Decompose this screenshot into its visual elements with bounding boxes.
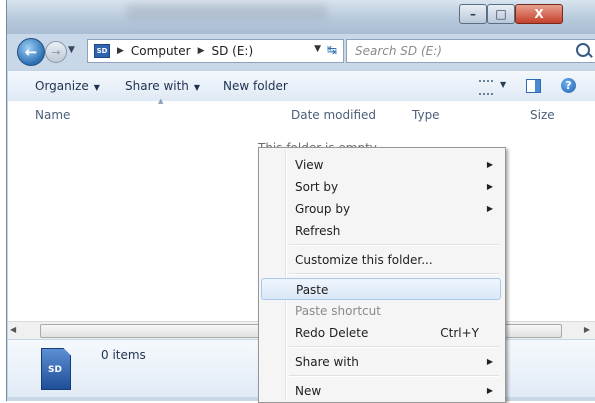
menu-item-label: Paste shortcut <box>295 304 381 318</box>
submenu-arrow-icon: ▶ <box>486 204 493 213</box>
help-icon[interactable]: ? <box>561 78 576 93</box>
address-dropdown-icon[interactable]: ▼ <box>314 44 321 54</box>
forward-arrow-icon: → <box>51 45 61 59</box>
menu-item-paste[interactable]: Paste <box>261 278 501 300</box>
organize-button[interactable]: Organize ▼ <box>35 79 100 93</box>
new-folder-button[interactable]: New folder <box>223 79 288 93</box>
menu-item-label: New <box>295 384 322 398</box>
command-bar: Organize ▼ Share with ▼ New folder ▼ ? <box>8 70 595 102</box>
menu-item-label: Sort by <box>295 180 339 194</box>
minimize-button[interactable]: – <box>459 4 487 24</box>
menu-separator <box>289 346 499 348</box>
chevron-down-icon: ▼ <box>93 83 100 92</box>
menu-item-label: Customize this folder... <box>295 253 433 267</box>
search-input[interactable] <box>353 42 567 60</box>
submenu-arrow-icon: ▶ <box>486 357 493 366</box>
back-arrow-icon: ← <box>24 43 38 61</box>
forward-button[interactable]: → <box>45 41 67 63</box>
breadcrumb-computer[interactable]: Computer <box>131 44 191 58</box>
menu-item-group-by[interactable]: Group by ▶ <box>261 198 501 220</box>
view-options-dropdown-icon[interactable]: ▼ <box>500 80 506 89</box>
menu-item-redo-delete[interactable]: Redo Delete Ctrl+Y <box>261 322 501 344</box>
submenu-arrow-icon: ▶ <box>486 182 493 191</box>
scroll-left-icon[interactable]: ◀ <box>10 325 16 334</box>
address-bar[interactable]: SD ▶ Computer ▶ SD (E:) ▼ ↹ <box>87 39 344 63</box>
preview-pane-icon[interactable] <box>526 79 541 93</box>
submenu-arrow-icon: ▶ <box>486 386 493 395</box>
breadcrumb-separator-icon[interactable]: ▶ <box>117 46 124 56</box>
scroll-right-icon[interactable]: ▶ <box>584 325 590 334</box>
submenu-arrow-icon: ▶ <box>486 160 493 169</box>
menu-separator <box>289 244 499 246</box>
title-bar-glass <box>127 4 327 20</box>
column-header-size[interactable]: Size <box>530 108 555 122</box>
menu-separator <box>289 273 499 275</box>
back-button[interactable]: ← <box>17 38 45 66</box>
menu-item-share-with[interactable]: Share with ▶ <box>261 351 501 373</box>
chevron-down-icon: ▼ <box>193 83 201 92</box>
menu-item-customize-folder[interactable]: Customize this folder... <box>261 249 501 271</box>
share-with-button[interactable]: Share with ▼ <box>125 79 200 93</box>
search-icon[interactable] <box>576 43 590 57</box>
recent-pages-dropdown[interactable]: ▼ <box>68 45 75 55</box>
close-button[interactable]: X <box>515 4 563 24</box>
change-view-icon[interactable] <box>479 80 493 95</box>
share-with-label: Share with <box>125 79 189 93</box>
search-box[interactable] <box>346 39 595 63</box>
sd-card-icon: SD <box>41 348 71 390</box>
breadcrumb-separator-icon[interactable]: ▶ <box>198 46 205 56</box>
menu-item-label: Refresh <box>295 224 341 238</box>
menu-item-label: View <box>295 158 324 172</box>
sd-card-label: SD <box>48 365 62 375</box>
navigation-bar: ← → ▼ SD ▶ Computer ▶ SD (E:) ▼ ↹ <box>7 34 595 66</box>
menu-separator <box>289 375 499 377</box>
items-count: 0 items <box>101 348 146 362</box>
menu-item-view[interactable]: View ▶ <box>261 154 501 176</box>
menu-item-label: Share with <box>295 355 359 369</box>
title-bar: – □ X <box>7 0 595 34</box>
column-header-type[interactable]: Type <box>412 108 440 122</box>
sd-card-icon: SD <box>94 44 110 58</box>
sort-indicator-icon: ▲ <box>158 97 164 105</box>
context-menu: View ▶ Sort by ▶ Group by ▶ Refresh Cust… <box>258 147 506 403</box>
menu-item-label: Paste <box>296 283 329 297</box>
column-header-name[interactable]: Name <box>35 108 70 122</box>
menu-item-new[interactable]: New ▶ <box>261 380 501 402</box>
menu-item-shortcut: Ctrl+Y <box>440 326 479 340</box>
breadcrumb-sd-drive[interactable]: SD (E:) <box>212 44 254 58</box>
maximize-button[interactable]: □ <box>487 4 515 24</box>
menu-item-sort-by[interactable]: Sort by ▶ <box>261 176 501 198</box>
menu-item-refresh[interactable]: Refresh <box>261 220 501 242</box>
refresh-icon[interactable]: ↹ <box>323 42 341 58</box>
organize-label: Organize <box>35 79 89 93</box>
menu-item-paste-shortcut[interactable]: Paste shortcut <box>261 300 501 322</box>
column-header-date-modified[interactable]: Date modified <box>291 108 376 122</box>
menu-item-label: Group by <box>295 202 351 216</box>
menu-item-label: Redo Delete <box>295 326 369 340</box>
